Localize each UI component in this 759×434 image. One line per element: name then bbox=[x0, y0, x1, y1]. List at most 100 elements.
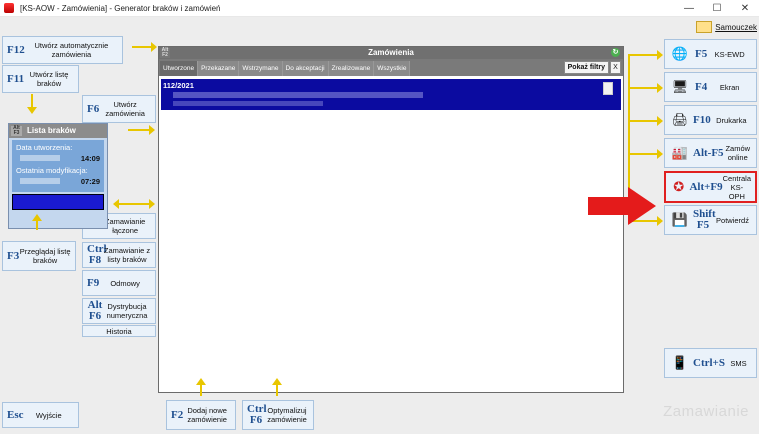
modified-label: Ostatnia modyfikacja: bbox=[16, 166, 88, 175]
window-title: [KS-AOW - Zamówienia] - Generator braków… bbox=[20, 3, 221, 13]
key-label: F6 bbox=[87, 102, 100, 115]
workspace: Samouczek F12 Utwórz automatycznie zamów… bbox=[0, 17, 759, 434]
button-label: Centrala KS-OPH bbox=[722, 173, 751, 201]
arrow-icon bbox=[128, 125, 155, 135]
clipboard-icon bbox=[603, 82, 613, 95]
arrow-icon bbox=[630, 83, 663, 93]
key-label: F10 bbox=[693, 113, 711, 126]
button-label: Zamawianie z listy braków bbox=[103, 246, 151, 264]
key-label: Alt-F5 bbox=[693, 146, 724, 159]
button-label: Drukarka bbox=[716, 115, 747, 125]
created-label: Data utworzenia: bbox=[16, 143, 73, 152]
arrow-icon bbox=[113, 199, 155, 209]
phone-icon: 📱 bbox=[671, 355, 689, 370]
close-filters-button[interactable]: X bbox=[610, 61, 621, 74]
key-label: F5 bbox=[695, 47, 708, 60]
numeric-distribution-button[interactable]: Alt F6 Dystrybucja numeryczna bbox=[82, 298, 156, 324]
ks-ewd-button[interactable]: 🌐 F5 KS-EWD bbox=[664, 39, 757, 69]
arrow-icon bbox=[27, 94, 37, 114]
orders-tabs: Utworzone Przekazane Wstrzymane Do akcep… bbox=[159, 59, 623, 76]
add-order-button[interactable]: F2 Dodaj nowe zamówienie bbox=[166, 400, 236, 430]
button-label: Utwórz automatycznie zamówienia bbox=[34, 41, 109, 59]
button-label: Ekran bbox=[719, 82, 740, 92]
panel-header: Alt F3 Lista braków bbox=[9, 124, 107, 138]
auto-orders-button[interactable]: F12 Utwórz automatycznie zamówienia bbox=[2, 36, 123, 64]
key-label: F9 bbox=[87, 276, 100, 289]
monitor-icon: 🖥 bbox=[671, 79, 689, 94]
orders-title: Zamówienia bbox=[368, 48, 414, 57]
arrow-icon bbox=[272, 378, 282, 396]
shortage-list-panel[interactable]: Alt F3 Lista braków Data utworzenia: 14:… bbox=[8, 123, 108, 229]
central-ks-oph-button[interactable]: ✪ Alt+F9 Centrala KS-OPH bbox=[664, 171, 757, 203]
title-bar: [KS-AOW - Zamówienia] - Generator braków… bbox=[0, 0, 759, 17]
key-label: F2 bbox=[171, 408, 184, 421]
highlight-arrow-icon bbox=[588, 187, 656, 225]
panel-title: Lista braków bbox=[27, 126, 76, 135]
samouczek-button[interactable]: Samouczek bbox=[696, 21, 757, 33]
confirm-icon: 💾 bbox=[671, 212, 689, 227]
tutorial-icon bbox=[696, 21, 713, 33]
sms-button[interactable]: 📱 Ctrl+S SMS bbox=[664, 348, 757, 378]
order-row[interactable]: 112/2021 bbox=[161, 79, 621, 110]
create-orders-button[interactable]: F6 Utwórz zamówienia bbox=[82, 95, 156, 123]
button-label: Dystrybucja numeryczna bbox=[106, 302, 148, 320]
modified-time: 07:29 bbox=[80, 177, 100, 186]
button-label: Przeglądaj listę braków bbox=[19, 247, 71, 265]
button-label: Potwierdź bbox=[716, 215, 749, 225]
button-label: Dodaj nowe zamówienie bbox=[187, 406, 227, 424]
redacted-date bbox=[20, 155, 60, 161]
button-label: SMS bbox=[730, 358, 747, 368]
shortcut-badge: Alt F2 bbox=[160, 47, 170, 58]
panel-info: Data utworzenia: 14:09 Ostatnia modyfika… bbox=[12, 140, 104, 192]
refresh-icon[interactable]: ↻ bbox=[611, 48, 620, 57]
tab-utworzone[interactable]: Utworzone bbox=[160, 61, 199, 76]
maximize-button[interactable]: ☐ bbox=[703, 0, 731, 17]
tab-do-akceptacji[interactable]: Do akceptacji bbox=[282, 61, 329, 76]
key-label: F4 bbox=[695, 80, 708, 93]
arrow-icon bbox=[32, 214, 42, 230]
orders-header: Alt F2 Zamówienia ↻ bbox=[159, 47, 623, 59]
screen-button[interactable]: 🖥 F4 Ekran bbox=[664, 72, 757, 102]
key-label: Ctrl F8 bbox=[87, 243, 107, 266]
show-filters-button[interactable]: Pokaż filtry bbox=[563, 61, 609, 74]
history-button[interactable]: Historia bbox=[82, 325, 156, 337]
key-label: Shift F5 bbox=[693, 208, 716, 231]
minimize-button[interactable]: — bbox=[675, 0, 703, 17]
shortage-list-selection[interactable] bbox=[12, 194, 104, 210]
redacted-text bbox=[173, 101, 323, 106]
key-label: F3 bbox=[7, 249, 20, 262]
button-label: Utwórz zamówienia bbox=[105, 100, 145, 118]
printer-icon: 🖨 bbox=[671, 112, 689, 127]
button-label: Utwórz listę braków bbox=[29, 70, 69, 88]
exit-button[interactable]: Esc Wyjście bbox=[2, 402, 79, 428]
arrow-icon bbox=[630, 116, 663, 126]
tab-wszystkie[interactable]: Wszystkie bbox=[374, 61, 411, 76]
redacted-text bbox=[173, 92, 423, 98]
redacted-date bbox=[20, 178, 60, 184]
key-label: F11 bbox=[7, 72, 25, 85]
printer-button[interactable]: 🖨 F10 Drukarka bbox=[664, 105, 757, 135]
confirm-button[interactable]: 💾 Shift F5 Potwierdź bbox=[664, 205, 757, 235]
key-label: F12 bbox=[7, 43, 25, 56]
button-label: Wyjście bbox=[35, 410, 62, 420]
arrow-icon bbox=[196, 378, 206, 396]
shortcut-badge: Alt F3 bbox=[11, 126, 22, 136]
tab-przekazane[interactable]: Przekazane bbox=[198, 61, 240, 76]
create-shortage-list-button[interactable]: F11 Utwórz listę braków bbox=[2, 65, 79, 93]
app-icon bbox=[4, 3, 14, 13]
refusals-button[interactable]: F9 Odmowy bbox=[82, 270, 156, 296]
network-icon: ✪ bbox=[673, 179, 685, 194]
order-online-button[interactable]: 🏭 Alt-F5 Zamów online bbox=[664, 138, 757, 168]
tab-zrealizowane[interactable]: Zrealizowane bbox=[328, 61, 375, 76]
optimize-order-button[interactable]: Ctrl F6 Optymalizuj zamówienie bbox=[242, 400, 314, 430]
key-label: Ctrl+S bbox=[693, 356, 725, 369]
button-label: Optymalizuj zamówienie bbox=[267, 406, 307, 424]
window-controls: — ☐ ✕ bbox=[675, 0, 759, 17]
watermark: Zamawianie bbox=[663, 403, 749, 420]
close-button[interactable]: ✕ bbox=[731, 0, 759, 17]
order-from-shortage-list-button[interactable]: Ctrl F8 Zamawianie z listy braków bbox=[82, 242, 156, 268]
tab-wstrzymane[interactable]: Wstrzymane bbox=[239, 61, 283, 76]
key-label: Ctrl F6 bbox=[247, 403, 267, 426]
browse-shortage-list-button[interactable]: F3 Przeglądaj listę braków bbox=[2, 241, 76, 271]
arrow-icon bbox=[630, 149, 663, 159]
